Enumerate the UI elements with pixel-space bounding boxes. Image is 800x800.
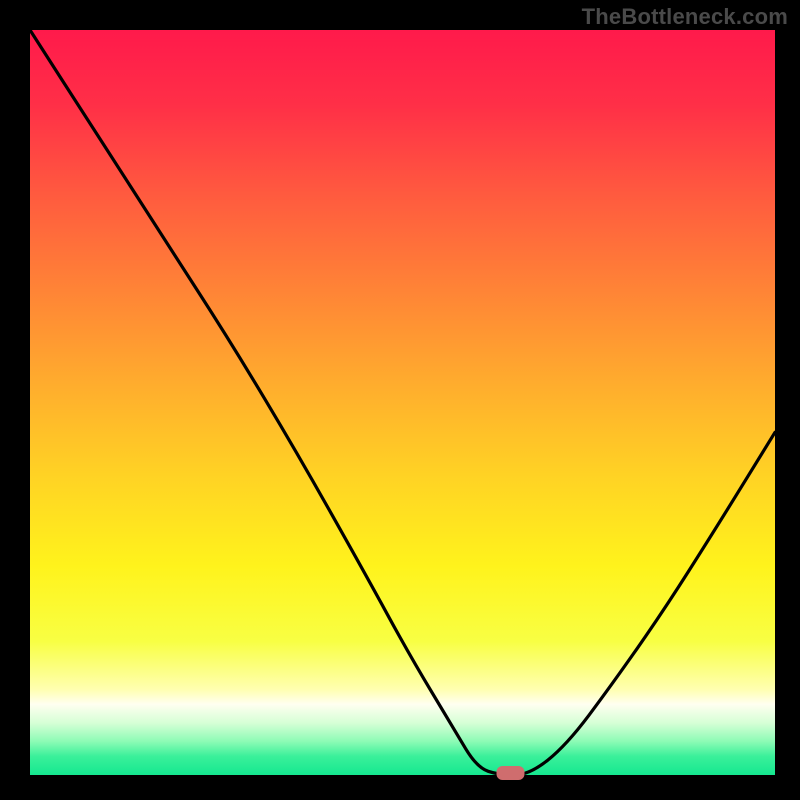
target-marker [497, 766, 525, 780]
chart-frame: TheBottleneck.com [0, 0, 800, 800]
bottleneck-chart [0, 0, 800, 800]
plot-background [30, 30, 775, 775]
watermark-text: TheBottleneck.com [582, 4, 788, 30]
